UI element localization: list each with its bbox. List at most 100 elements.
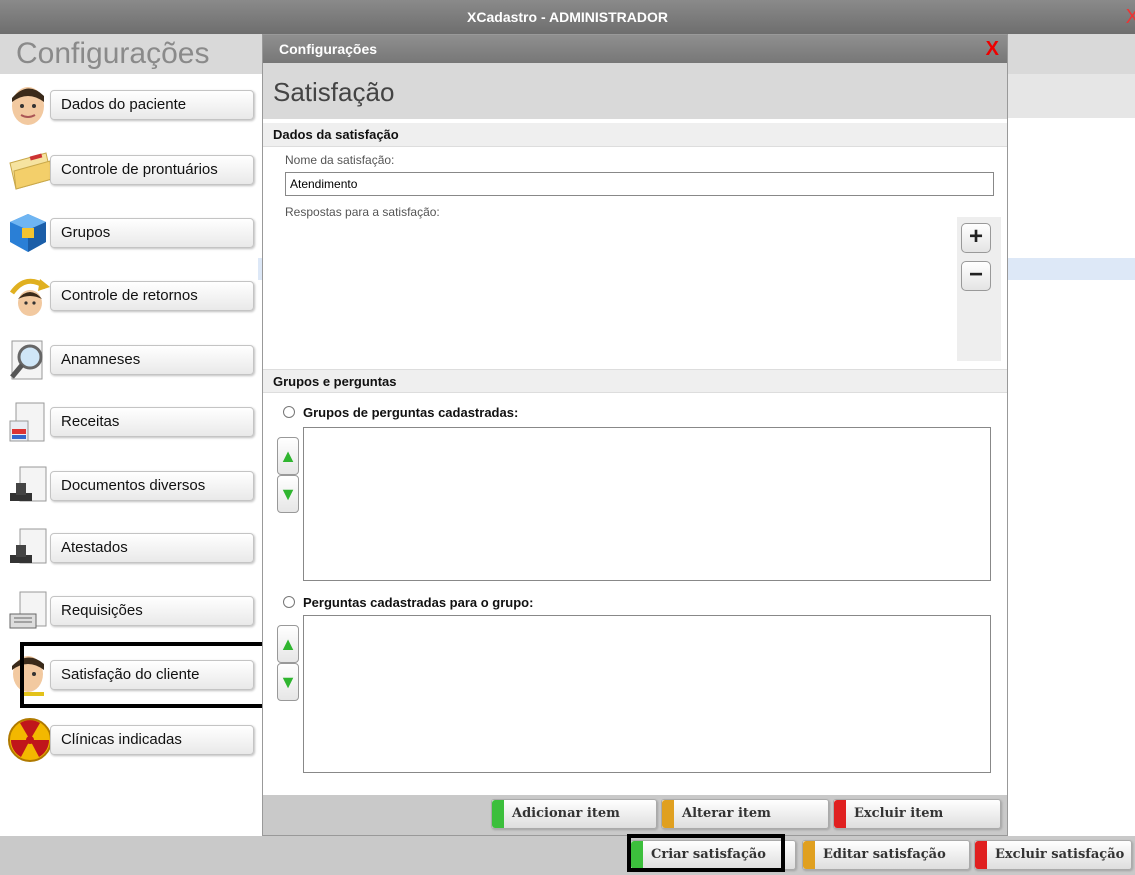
sidebar-button[interactable]: Requisições [50,596,254,626]
sidebar-item-anamneses[interactable]: Anamneses [0,335,262,385]
sidebar-button[interactable]: Atestados [50,533,254,563]
delete-satisfaction-button[interactable]: Excluir satisfação [974,840,1132,870]
add-answer-button[interactable]: + [961,223,991,253]
sidebar-item-label: Anamneses [61,351,141,368]
questions-move-down-button[interactable]: ▼ [277,663,299,701]
dialog-titlebar: Configurações X [263,35,1007,63]
stamp-document-icon [10,466,47,502]
arrow-up-icon: ▲ [279,634,297,654]
sidebar-item-label: Documentos diversos [61,477,206,494]
annotation-highlight-create-button [627,834,785,872]
right-panel-header [1008,34,1135,74]
button-label: Alterar item [682,806,771,821]
dialog-title: Configurações [279,41,378,57]
patient-face-icon [12,87,44,125]
questions-radio[interactable]: Perguntas cadastradas para o grupo: [283,595,533,610]
delete-item-button[interactable]: Excluir item [833,799,1001,829]
window-title: XCadastro - ADMINISTRADOR [467,9,668,25]
sidebar-item-atestados[interactable]: Atestados [0,523,262,573]
sidebar-item-label: Requisições [61,602,143,619]
red-bar-icon [834,800,846,828]
edit-satisfaction-button[interactable]: Editar satisfação [802,840,970,870]
sidebar-button[interactable]: Controle de prontuários [50,155,254,185]
left-panel-header: Configurações [0,34,262,74]
section-title: Dados da satisfação [273,127,399,142]
minus-icon: − [968,261,983,288]
dialog-close-icon[interactable]: X [986,37,999,61]
add-item-button[interactable]: Adicionar item [491,799,657,829]
questions-move-up-button[interactable]: ▲ [277,625,299,663]
window-close-icon[interactable]: X [1126,0,1135,34]
answers-toolbar: + − [957,217,1001,361]
radiation-icon [8,718,52,762]
bottom-toolbar: Criar satisfação Editar satisfação Exclu… [0,836,1135,875]
radio-icon[interactable] [283,596,295,608]
sidebar-item-controle-retornos[interactable]: Controle de retornos [0,271,262,321]
sidebar-item-label: Atestados [61,539,128,556]
red-bar-icon [975,841,987,869]
sidebar-button[interactable]: Clínicas indicadas [50,725,254,755]
groups-radio[interactable]: Grupos de perguntas cadastradas: [283,405,518,420]
sidebar-item-dados-paciente[interactable]: Dados do paciente [0,80,262,130]
sidebar-button[interactable]: Dados do paciente [50,90,254,120]
edit-item-button[interactable]: Alterar item [661,799,829,829]
app-window: XCadastro - ADMINISTRADOR X Configuraçõe… [0,0,1135,875]
arrow-down-icon: ▼ [279,672,297,692]
sidebar-item-label: Grupos [61,224,111,241]
window-titlebar: XCadastro - ADMINISTRADOR X [0,0,1135,34]
right-panel-band [1008,74,1135,118]
section-dados-satisfacao: Dados da satisfação [263,123,1007,147]
orange-bar-icon [662,800,674,828]
sidebar-item-documentos-diversos[interactable]: Documentos diversos [0,461,262,511]
sidebar-item-receitas[interactable]: Receitas [0,397,262,447]
section-grupos-perguntas: Grupos e perguntas [263,369,1007,393]
dialog-footer: Adicionar item Alterar item Excluir item [263,795,1007,835]
annotation-highlight-sidebar [20,642,274,708]
sidebar-button[interactable]: Receitas [50,407,254,437]
sidebar-item-label: Receitas [61,413,120,430]
satisfaction-name-input[interactable]: Atendimento [285,172,994,196]
sidebar-item-controle-prontuarios[interactable]: Controle de prontuários [0,145,262,195]
stamp-document-icon [10,528,47,564]
plus-icon: + [968,223,983,250]
name-label: Nome da satisfação: [285,153,395,167]
sidebar-item-label: Clínicas indicadas [61,731,182,748]
left-panel-title: Configurações [16,37,210,70]
return-icon [9,278,50,316]
groups-move-down-button[interactable]: ▼ [277,475,299,513]
remove-answer-button[interactable]: − [961,261,991,291]
groups-listbox[interactable] [303,427,991,581]
sidebar-item-label: Controle de prontuários [61,161,218,178]
sidebar-button[interactable]: Anamneses [50,345,254,375]
arrow-up-icon: ▲ [279,446,297,466]
button-label: Excluir item [854,806,944,821]
button-label: Excluir satisfação [995,847,1125,862]
prescription-icon [9,402,45,442]
radio-icon[interactable] [283,406,295,418]
orange-bar-icon [803,841,815,869]
magnifier-document-icon [10,340,43,380]
sidebar-item-grupos[interactable]: Grupos [0,208,262,258]
questions-radio-label: Perguntas cadastradas para o grupo: [303,595,534,610]
selected-row-highlight [1008,258,1135,280]
cube-icon [10,214,46,252]
groups-move-up-button[interactable]: ▲ [277,437,299,475]
groups-radio-label: Grupos de perguntas cadastradas: [303,405,519,420]
answers-label: Respostas para a satisfação: [285,205,440,219]
button-label: Editar satisfação [823,847,946,862]
sidebar-item-requisicoes[interactable]: Requisições [0,586,262,636]
sidebar-item-label: Dados do paciente [61,96,187,113]
dialog-header: Satisfação [263,63,1007,119]
arrow-down-icon: ▼ [279,484,297,504]
sidebar-button[interactable]: Grupos [50,218,254,248]
sidebar-item-label: Controle de retornos [61,287,198,304]
satisfaction-dialog: Configurações X Satisfação Dados da sati… [262,34,1008,836]
sidebar-button[interactable]: Documentos diversos [50,471,254,501]
requisition-icon [9,591,47,629]
sidebar-button[interactable]: Controle de retornos [50,281,254,311]
questions-listbox[interactable] [303,615,991,773]
button-label: Adicionar item [512,806,620,821]
dialog-heading: Satisfação [273,77,395,107]
sidebar-item-clinicas-indicadas[interactable]: Clínicas indicadas [0,715,262,765]
folder-icon [9,152,53,190]
